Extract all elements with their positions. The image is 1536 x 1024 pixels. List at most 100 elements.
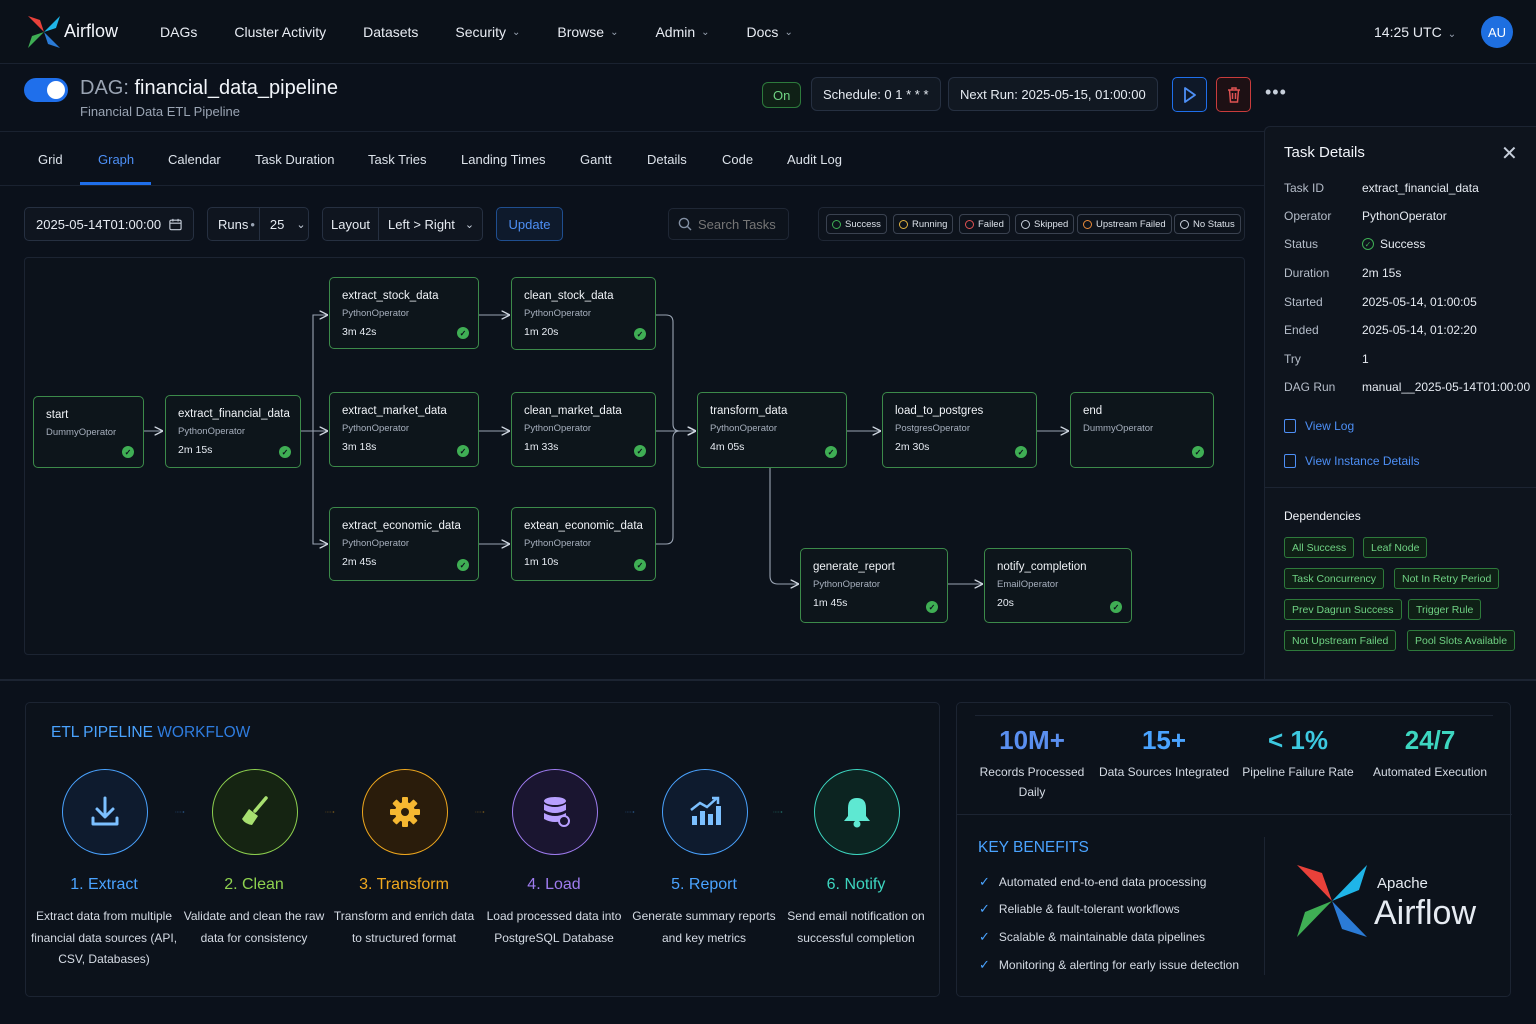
success-check-icon: ✓ [122, 446, 134, 458]
dependency-chip: Not Upstream Failed [1284, 630, 1397, 651]
dependency-chip: Pool Slots Available [1407, 630, 1516, 651]
tab-grid[interactable]: Grid [38, 152, 63, 167]
task-node-end[interactable]: end DummyOperator ✓ [1070, 392, 1214, 468]
search-input[interactable] [698, 216, 788, 232]
tab-task-tries[interactable]: Task Tries [368, 152, 427, 167]
tab-calendar[interactable]: Calendar [168, 152, 221, 167]
tab-graph[interactable]: Graph [98, 152, 134, 167]
success-check-icon: ✓ [279, 446, 291, 458]
dependency-chip: Prev Dagrun Success [1284, 599, 1402, 620]
dependency-chip: Task Concurrency [1284, 568, 1385, 589]
benefit-item: ✓ Monitoring & alerting for early issue d… [979, 957, 1240, 972]
task-node-extract-stock-data[interactable]: extract_stock_data PythonOperator 3m 42s ✓ [329, 277, 479, 349]
tab-code[interactable]: Code [722, 152, 753, 167]
schedule-info: Schedule: 0 1 * * * [811, 77, 941, 111]
task-node-generate-report[interactable]: generate_report PythonOperator 1m 45s ✓ [800, 548, 948, 623]
task-node-extract-economic-data[interactable]: extract_economic_data PythonOperator 2m 45… [329, 507, 479, 581]
nav-browse[interactable]: Browse ⌄ [557, 24, 618, 40]
view-instance-details-link[interactable]: View Instance Details [1284, 454, 1420, 468]
more-options-icon[interactable]: ••• [1265, 82, 1287, 103]
close-icon[interactable]: ✕ [1501, 141, 1518, 166]
runs-count[interactable]: 25 ⌄ [258, 208, 306, 240]
tab-gantt[interactable]: Gantt [580, 152, 612, 167]
task-node-notify-completion[interactable]: notify_completion EmailOperator 20s ✓ [984, 548, 1132, 623]
delete-dag-button[interactable] [1216, 77, 1251, 112]
key-benefits-title: KEY BENEFITS [978, 839, 1089, 856]
panel-divider [1265, 487, 1536, 488]
nav-dags[interactable]: DAGs [160, 24, 197, 40]
task-node-transform-data[interactable]: transform_data PythonOperator 4m 05s ✓ [697, 392, 847, 468]
flow-arrow-icon [325, 811, 335, 813]
trash-icon [1227, 86, 1240, 103]
task-node-clean-market-data[interactable]: clean_market_data PythonOperator 1m 33s ✓ [511, 392, 656, 467]
stat-failure-rate: < 1% Pipeline Failure Rate [1242, 725, 1354, 779]
brand-name[interactable]: Airflow [64, 21, 118, 42]
dag-state-badge: On [762, 82, 802, 108]
layout-selector[interactable]: Layout Left > Right ⌄ [322, 207, 483, 241]
legend-no-status[interactable]: No Status [1174, 214, 1241, 234]
runs-selector[interactable]: Runs • 25 ⌄ [207, 207, 309, 241]
dependency-chip: Leaf Node [1363, 537, 1428, 558]
chevron-down-icon: ⌄ [464, 218, 475, 231]
flow-arrow-icon [773, 811, 783, 813]
search-icon [678, 217, 692, 231]
legend-skipped[interactable]: Skipped [1015, 214, 1075, 234]
next-run-info: Next Run: 2025-05-15, 01:00:00 [948, 77, 1158, 111]
flow-arrow-icon [475, 811, 485, 813]
layout-direction[interactable]: Left > Right ⌄ [378, 208, 474, 240]
flow-arrow-icon [175, 811, 185, 813]
nav-docs[interactable]: Docs ⌄ [747, 24, 793, 40]
tab-details[interactable]: Details [647, 152, 687, 167]
legend-success[interactable]: Success [826, 214, 887, 234]
task-node-start[interactable]: start DummyOperator ✓ [33, 396, 144, 468]
divider [957, 814, 1512, 815]
tab-task-duration[interactable]: Task Duration [255, 152, 334, 167]
chevron-down-icon: ⌄ [511, 26, 521, 38]
success-check-icon: ✓ [1015, 446, 1027, 458]
success-check-icon: ✓ [457, 559, 469, 571]
view-log-link[interactable]: View Log [1284, 419, 1354, 433]
legend-failed[interactable]: Failed [959, 214, 1010, 234]
success-check-icon: ✓ [1192, 446, 1204, 458]
legend-upstream-failed[interactable]: Upstream Failed [1077, 214, 1172, 234]
tab-landing-times[interactable]: Landing Times [461, 152, 546, 167]
task-node-extean-economic-data[interactable]: extean_economic_data PythonOperator 1m 10s… [511, 507, 656, 581]
benefit-item: ✓ Scalable & maintainable data pipelines [979, 929, 1206, 944]
stat-execution: 24/7 Automated Execution [1372, 725, 1488, 779]
dependencies-title: Dependencies [1284, 509, 1361, 523]
bell-icon [814, 769, 900, 855]
nav-cluster-activity[interactable]: Cluster Activity [234, 24, 326, 40]
task-node-clean-stock-data[interactable]: clean_stock_data PythonOperator 1m 20s ✓ [511, 277, 656, 350]
dag-pause-toggle[interactable] [24, 78, 68, 102]
dag-graph-canvas[interactable]: start DummyOperator ✓ extract_financial_da… [24, 257, 1245, 655]
check-icon: ✓ [979, 957, 990, 972]
user-avatar[interactable]: AU [1481, 16, 1513, 48]
dag-title: DAG: financial_data_pipeline [80, 77, 338, 99]
nav-datasets[interactable]: Datasets [363, 24, 418, 40]
tab-audit-log[interactable]: Audit Log [787, 152, 842, 167]
task-node-load-to-postgres[interactable]: load_to_postgres PostgresOperator 2m 30s ✓ [882, 392, 1037, 468]
divider [1264, 837, 1265, 975]
nav-admin[interactable]: Admin ⌄ [655, 24, 709, 40]
divider [975, 715, 1493, 716]
timezone-selector[interactable]: 14:25 UTC ⌄ [1374, 24, 1456, 40]
task-node-extract-financial-data[interactable]: extract_financial_data PythonOperator 2m 1… [165, 395, 301, 468]
success-check-icon: ✓ [1110, 601, 1122, 613]
dag-tabs: Grid Graph Calendar Task Duration Task T… [0, 132, 1264, 186]
airflow-logo-icon[interactable] [26, 14, 62, 50]
nav-security[interactable]: Security ⌄ [455, 24, 520, 40]
chevron-down-icon: ⌄ [610, 26, 619, 38]
success-check-icon: ✓ [926, 601, 938, 613]
dag-header: DAG: financial_data_pipeline Financial D… [0, 64, 1536, 132]
check-icon: ✓ [979, 874, 990, 889]
update-button[interactable]: Update [496, 207, 563, 241]
active-tab-indicator [80, 182, 151, 185]
flow-arrow-icon [625, 811, 635, 813]
task-node-extract-market-data[interactable]: extract_market_data PythonOperator 3m 18s ✓ [329, 392, 479, 467]
panel-title: Task Details [1284, 144, 1365, 161]
success-check-icon: ✓ [1362, 238, 1374, 250]
legend-running[interactable]: Running [893, 214, 954, 234]
chevron-down-icon: ⌄ [784, 26, 793, 38]
run-date-picker[interactable]: 2025-05-14T01:00:00 [24, 207, 194, 241]
trigger-dag-button[interactable] [1172, 77, 1207, 112]
